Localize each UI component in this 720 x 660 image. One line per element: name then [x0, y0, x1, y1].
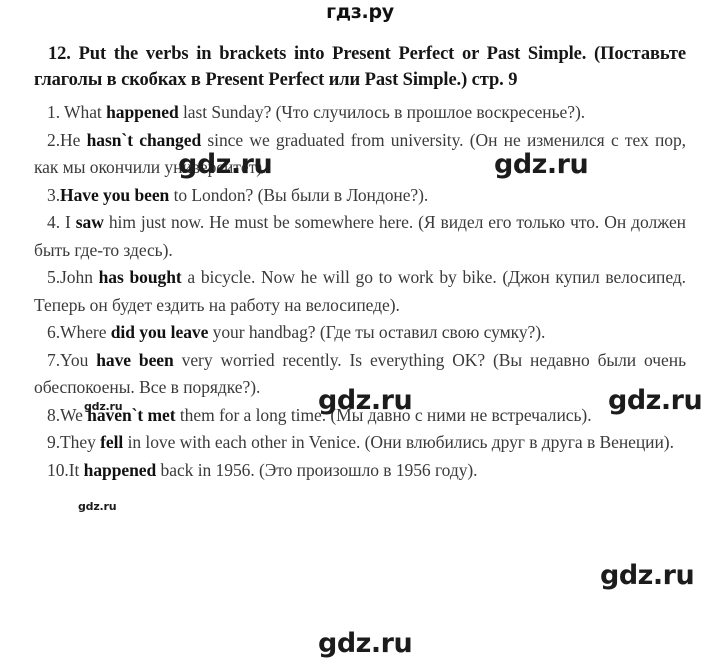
watermark: gdz.ru — [318, 385, 413, 416]
site-logo: гдз.ру — [326, 1, 394, 23]
item-text-before: They — [60, 432, 101, 452]
item-answer-verb: happened — [83, 459, 157, 480]
watermark: gdz.ru — [178, 149, 273, 180]
item-number: 8. — [47, 404, 61, 425]
list-item: 1. What happened last Sunday? (Что случи… — [34, 99, 686, 127]
item-text-before: It — [68, 459, 84, 480]
item-text-after: your handbag? (Где ты оставил свою сумку… — [208, 322, 546, 342]
list-item: 10.It happened back in 1956. (Это произо… — [34, 457, 686, 485]
item-text-before: What — [64, 102, 107, 122]
item-answer-verb: fell — [100, 432, 124, 452]
item-text-before: I — [65, 212, 76, 232]
item-answer-verb: has bought — [98, 267, 182, 287]
item-text-after: to London? (Вы были в Лондоне?). — [169, 184, 429, 205]
item-answer-verb: saw — [75, 212, 104, 232]
item-number: 2. — [47, 129, 61, 150]
item-number: 3. — [47, 184, 61, 205]
list-item: 9.They fell in love with each other in V… — [34, 429, 686, 457]
watermark: gdz.ru — [608, 385, 703, 416]
watermark-small: gdz.ru — [78, 500, 117, 513]
item-text-after: in love with each other in Venice. (Они … — [123, 432, 674, 452]
watermark-small: gdz.ru — [84, 400, 123, 413]
list-item: 2.He hasn`t changed since we graduated f… — [34, 127, 686, 182]
item-answer-verb: did you leave — [110, 322, 209, 342]
item-answer-verb: have been — [96, 349, 174, 370]
item-text-before: You — [60, 349, 97, 370]
item-number: 4. — [47, 212, 66, 232]
item-answer-verb: happened — [106, 102, 179, 122]
list-item: 4. I saw him just now. He must be somewh… — [34, 209, 686, 264]
exercise-page: 12. Put the verbs in brackets into Prese… — [34, 42, 686, 484]
watermark: gdz.ru — [600, 560, 695, 591]
item-text-after: him just now. He must be somewhere here.… — [34, 212, 686, 260]
watermark: gdz.ru — [494, 149, 589, 180]
item-number: 5. — [47, 267, 61, 287]
item-text-after: back in 1956. (Это произошло в 1956 году… — [156, 459, 478, 480]
list-item: 5.John has bought a bicycle. Now he will… — [34, 264, 686, 319]
item-number: 9. — [47, 432, 61, 452]
page-title: 12. Put the verbs in brackets into Prese… — [34, 44, 686, 90]
item-text-before: Where — [60, 322, 111, 342]
item-number: 10. — [47, 459, 69, 480]
item-answer-verb: hasn`t changed — [86, 129, 202, 150]
item-number: 1. — [47, 102, 65, 122]
item-text-after: last Sunday? (Что случилось в прошлое во… — [178, 102, 586, 122]
item-text-before: He — [60, 129, 87, 150]
item-number: 6. — [47, 322, 61, 342]
item-text-before: John — [60, 267, 99, 287]
list-item: 3.Have you been to London? (Вы были в Ло… — [34, 182, 686, 210]
item-number: 7. — [47, 349, 61, 370]
list-item: 6.Where did you leave your handbag? (Где… — [34, 319, 686, 347]
item-answer-verb: Have you been — [60, 184, 170, 205]
watermark: gdz.ru — [318, 628, 413, 659]
